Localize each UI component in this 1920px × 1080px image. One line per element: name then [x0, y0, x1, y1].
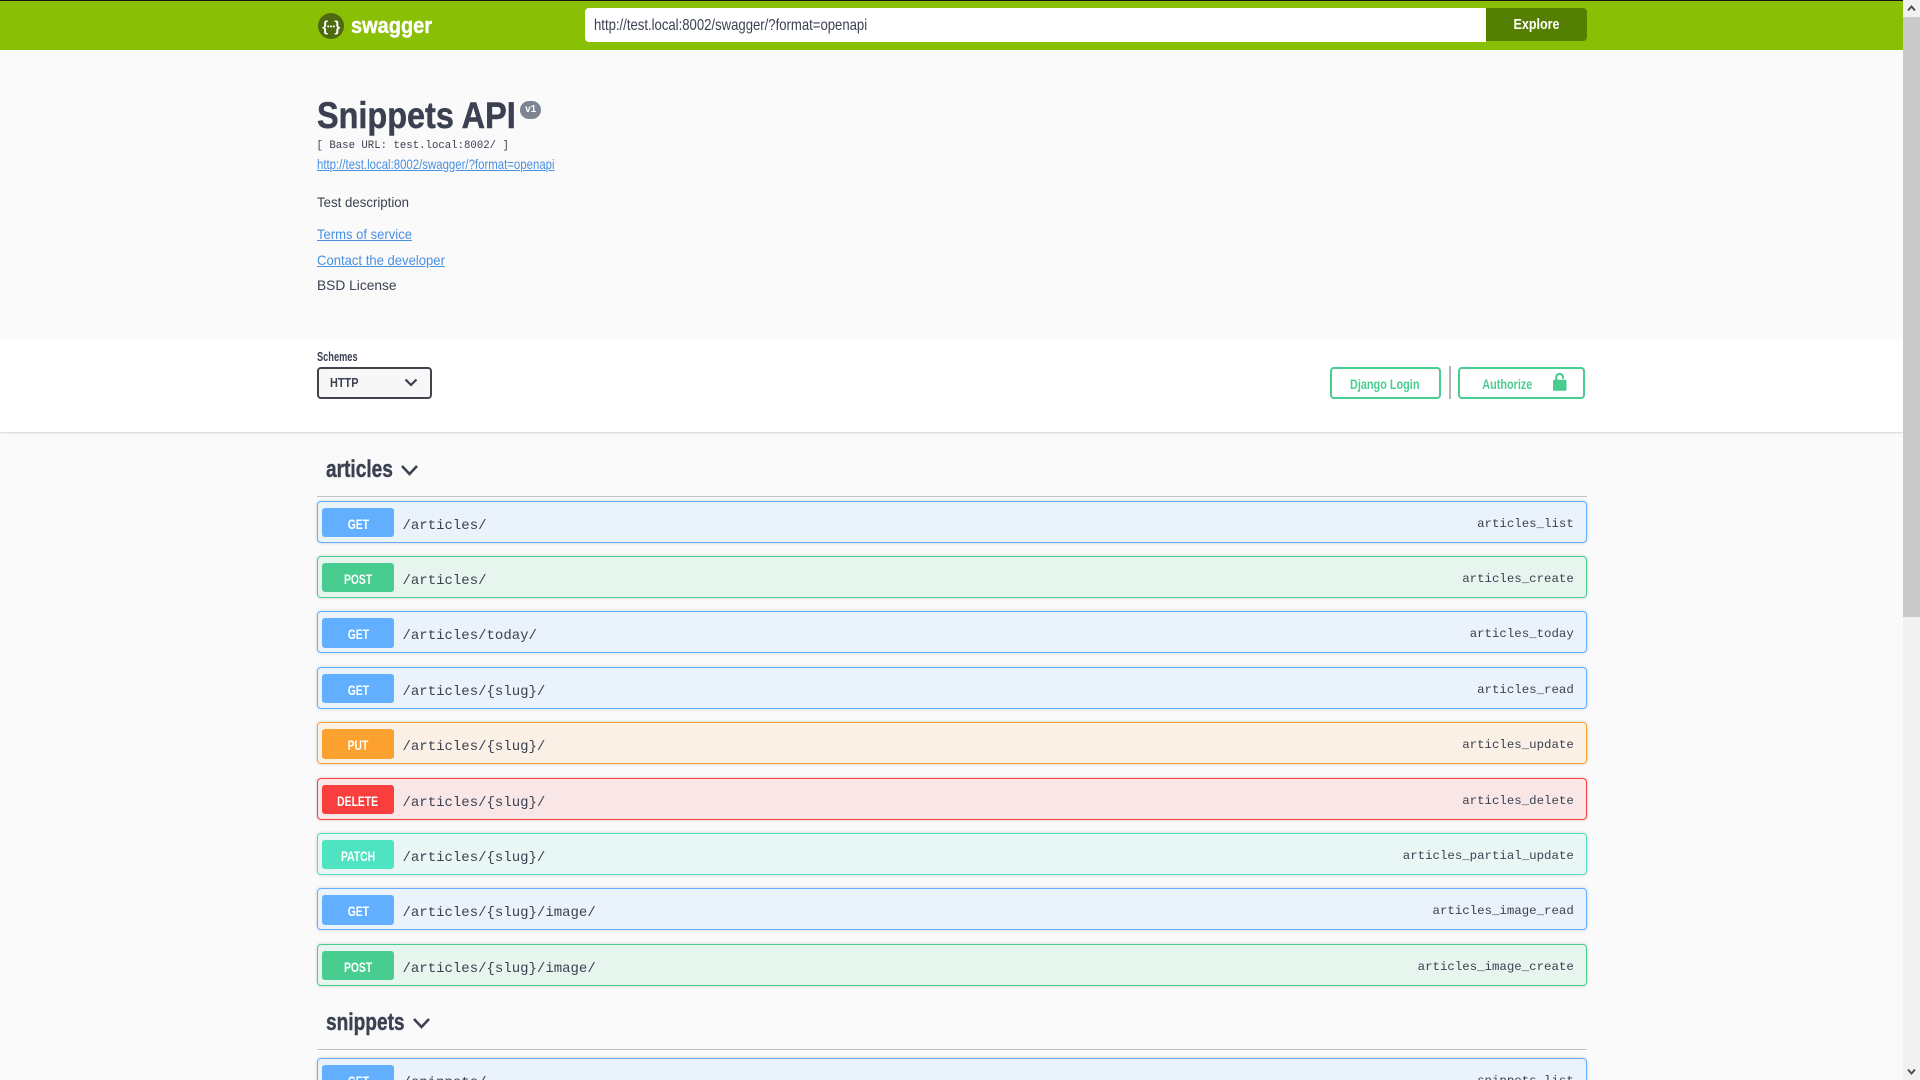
svg-text:}: } — [334, 18, 340, 35]
